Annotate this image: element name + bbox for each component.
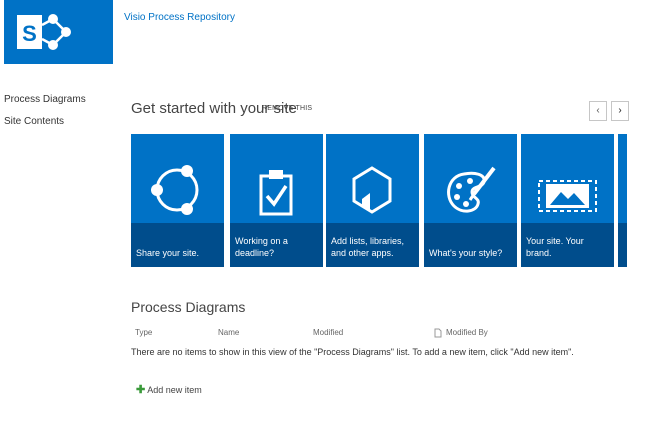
tile-label: What's your style? — [429, 248, 503, 258]
document-icon — [434, 328, 442, 338]
tile-caption-band — [424, 223, 517, 267]
remove-this-link[interactable]: REMOVE THIS — [262, 105, 312, 112]
tile-share-your-site[interactable]: Share your site. — [131, 134, 224, 267]
plus-icon: ✚ — [136, 384, 146, 396]
tile-add-lists-libraries[interactable]: Add lists, libraries, and other apps. — [326, 134, 419, 267]
tile-your-site-your-brand[interactable]: Your site. Your brand. — [521, 134, 614, 267]
nav-item-site-contents[interactable]: Site Contents — [4, 116, 86, 127]
next-tile-button[interactable]: › — [611, 101, 629, 121]
column-header-modified[interactable]: Modified — [313, 328, 343, 337]
column-header-modified-by[interactable]: Modified By — [446, 328, 488, 337]
sharepoint-logo-icon: S — [17, 14, 71, 50]
tile-partial[interactable] — [618, 134, 627, 267]
previous-tile-button[interactable]: ‹ — [589, 101, 607, 121]
svg-text:S: S — [22, 21, 37, 46]
tile-label: Share your site. — [136, 248, 200, 258]
sharepoint-logo[interactable]: S — [4, 0, 113, 64]
tile-working-on-deadline[interactable]: Working on a deadline? — [230, 134, 323, 267]
tile-caption-band — [131, 223, 224, 267]
clipboard-check-icon — [259, 170, 293, 216]
empty-list-message: There are no items to show in this view … — [131, 347, 574, 357]
tile-whats-your-style[interactable]: What's your style? — [424, 134, 517, 267]
brand-image-icon — [538, 180, 597, 212]
add-apps-icon — [352, 166, 392, 214]
column-header-type[interactable]: Type — [135, 328, 152, 337]
tile-caption-band — [618, 223, 627, 267]
add-new-item-label: Add new item — [147, 385, 202, 395]
tile-label: Your site. Your brand. — [526, 236, 584, 258]
tile-label: Add lists, libraries, and other apps. — [331, 236, 405, 258]
quick-launch: Process Diagrams Site Contents — [4, 94, 86, 138]
share-icon — [151, 165, 199, 215]
site-title[interactable]: Visio Process Repository — [124, 12, 235, 23]
promoted-tiles: Share your site. Working on a deadline? … — [131, 134, 627, 267]
palette-icon — [447, 166, 496, 213]
tile-label: Working on a deadline? — [235, 236, 288, 258]
column-header-name[interactable]: Name — [218, 328, 239, 337]
list-title[interactable]: Process Diagrams — [131, 299, 245, 315]
nav-item-process-diagrams[interactable]: Process Diagrams — [4, 94, 86, 105]
add-new-item-link[interactable]: ✚ Add new item — [136, 383, 202, 396]
